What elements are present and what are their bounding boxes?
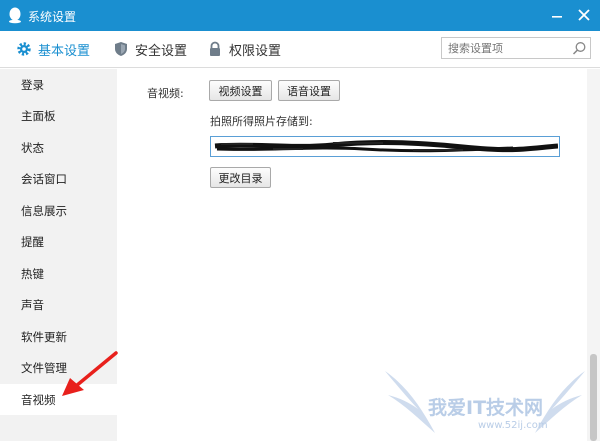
audio-video-label: 音视频: <box>147 87 184 100</box>
search-input[interactable] <box>448 41 566 55</box>
video-settings-button[interactable]: 视频设置 <box>209 80 272 101</box>
qq-penguin-icon <box>9 7 21 24</box>
sidebar-item-status[interactable]: 状态 <box>0 132 117 163</box>
search-box[interactable] <box>441 37 591 59</box>
sidebar-item-software-update[interactable]: 软件更新 <box>0 321 117 352</box>
sidebar-item-info-display[interactable]: 信息展示 <box>0 195 117 226</box>
voice-settings-button[interactable]: 语音设置 <box>278 80 340 101</box>
tab-label: 权限设置 <box>229 43 282 59</box>
redaction-scribble <box>214 140 558 153</box>
watermark-text: 我爱IT技术网 <box>428 397 544 419</box>
watermark-url: www.52ij.com <box>478 420 548 431</box>
tab-label: 安全设置 <box>135 43 188 59</box>
lock-icon <box>210 41 220 56</box>
window-title: 系统设置 <box>28 10 77 24</box>
red-arrow-icon <box>62 351 118 396</box>
scrollbar-thumb[interactable] <box>590 354 597 441</box>
sidebar-item-reminder[interactable]: 提醒 <box>0 226 117 257</box>
tab-permission-settings[interactable]: 权限设置 <box>207 31 281 67</box>
tab-basic-settings[interactable]: 基本设置 <box>16 31 90 67</box>
sidebar-item-login[interactable]: 登录 <box>0 69 117 100</box>
shield-icon <box>115 42 127 56</box>
tab-label: 基本设置 <box>38 43 91 59</box>
gear-icon <box>17 42 31 56</box>
photo-save-path-label: 拍照所得照片存储到: <box>210 115 313 128</box>
close-icon[interactable] <box>573 5 595 25</box>
tab-security-settings[interactable]: 安全设置 <box>113 31 187 67</box>
sidebar-item-main-panel[interactable]: 主面板 <box>0 100 117 131</box>
search-icon[interactable] <box>572 41 587 56</box>
photo-save-path-field[interactable] <box>210 136 560 157</box>
title-bar: 系统设置 <box>0 0 600 31</box>
change-directory-button[interactable]: 更改目录 <box>210 167 271 188</box>
sidebar-item-chat-window[interactable]: 会话窗口 <box>0 163 117 194</box>
minimize-icon[interactable] <box>546 5 568 25</box>
sidebar-item-hotkeys[interactable]: 热键 <box>0 258 117 289</box>
sidebar-item-sound[interactable]: 声音 <box>0 289 117 320</box>
